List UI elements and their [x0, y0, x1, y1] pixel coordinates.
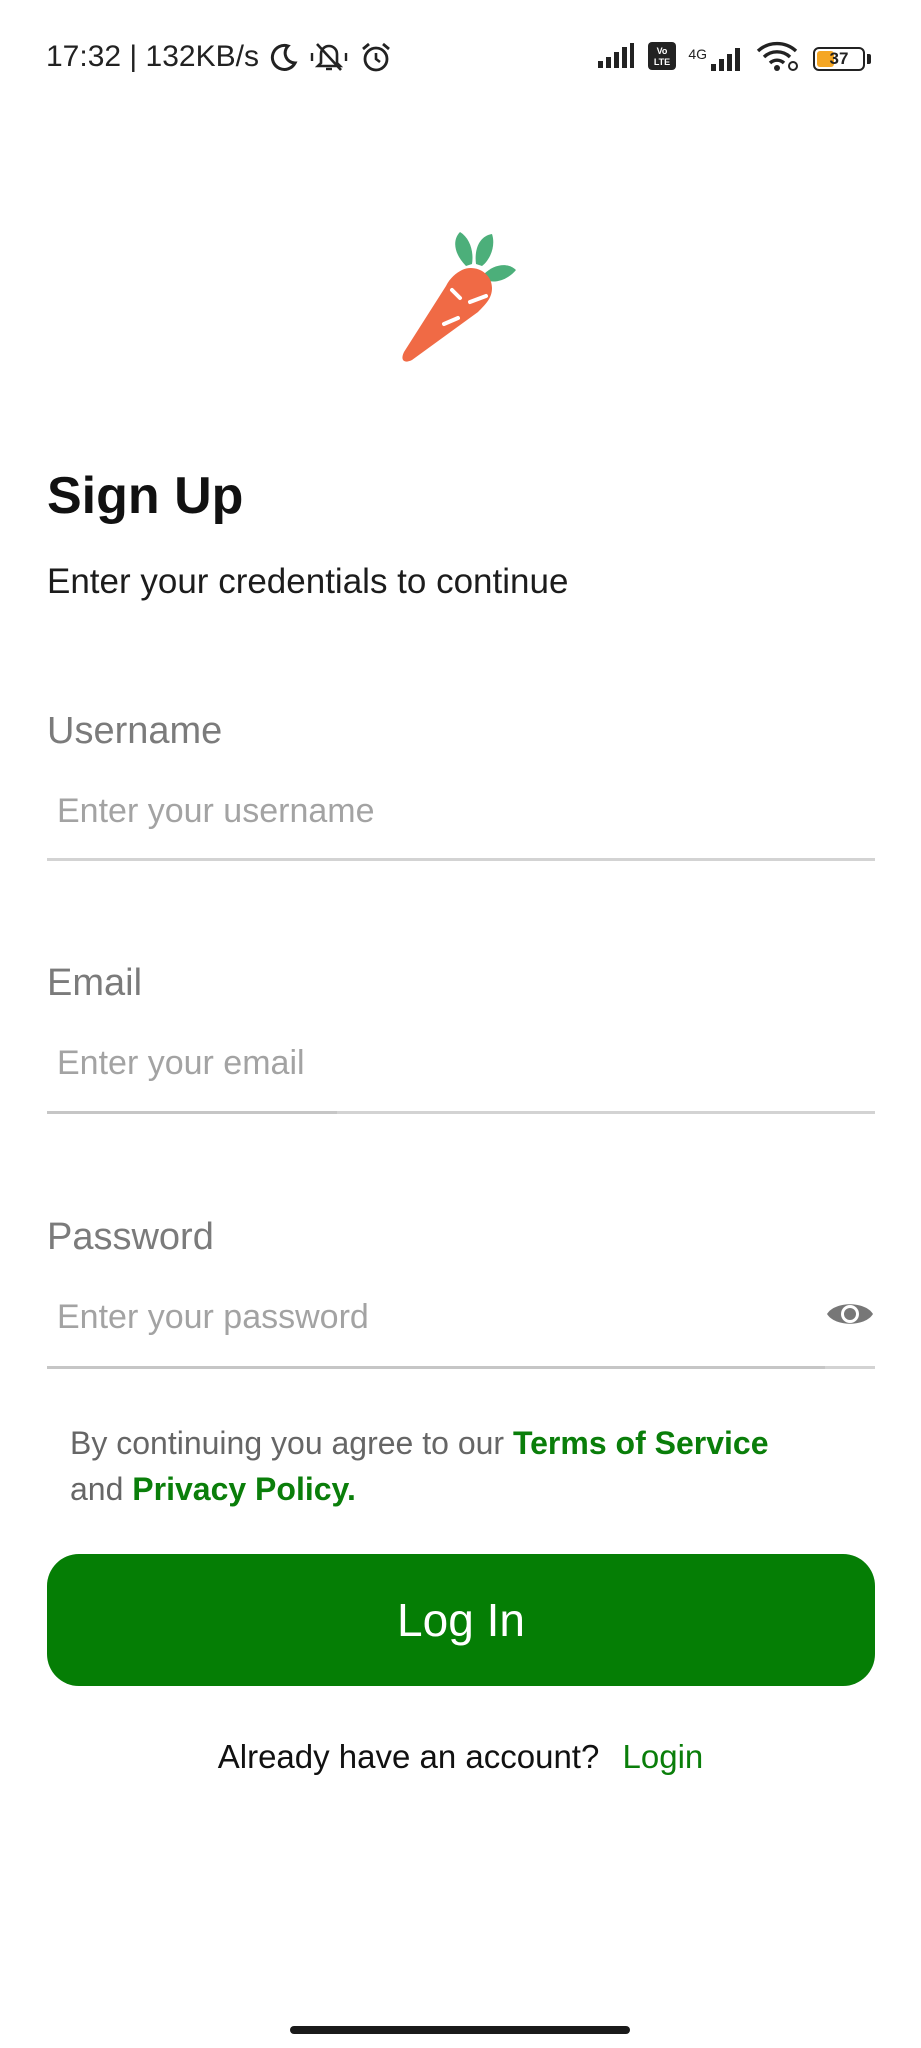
login-link[interactable]: Login [623, 1738, 704, 1775]
username-label: Username [47, 710, 223, 752]
volte-icon: Vo LTE [648, 42, 677, 75]
home-indicator[interactable] [290, 2026, 630, 2034]
alarm-icon [359, 41, 393, 73]
username-underline [47, 858, 875, 861]
status-time-speed: 17:32 | 132KB/s [46, 40, 259, 73]
status-bar: 17:32 | 132KB/s Vo LTE 4G 37 [0, 0, 921, 110]
terms-prefix: By continuing you agree to our [70, 1425, 513, 1461]
email-underline-active [47, 1111, 337, 1114]
signal-4g-icon: 4G [688, 46, 743, 72]
password-underline-active [47, 1366, 825, 1369]
carrot-icon [396, 226, 526, 366]
page-subtitle: Enter your credentials to continue [47, 562, 569, 601]
terms-of-service-link[interactable]: Terms of Service [513, 1425, 769, 1461]
status-right: Vo LTE 4G 37 [596, 40, 871, 77]
privacy-policy-link[interactable]: Privacy Policy. [132, 1471, 356, 1507]
eye-icon [825, 1297, 875, 1336]
password-label: Password [47, 1216, 214, 1258]
wifi-icon [755, 40, 801, 77]
svg-text:Vo: Vo [657, 46, 668, 56]
username-input[interactable] [47, 776, 875, 846]
svg-text:LTE: LTE [654, 57, 670, 67]
battery-level: 37 [829, 48, 849, 68]
moon-icon [269, 42, 299, 72]
status-left: 17:32 | 132KB/s [46, 40, 393, 74]
mute-vibrate-icon [309, 41, 349, 73]
login-button[interactable]: Log In [47, 1554, 875, 1686]
terms-text: By continuing you agree to our Terms of … [70, 1420, 850, 1512]
already-have-account-text: Already have an account? [217, 1738, 600, 1775]
email-label: Email [47, 962, 143, 1004]
signal-icon [596, 43, 636, 74]
already-have-account-row: Already have an account? Login [0, 1738, 921, 1776]
email-input[interactable] [47, 1028, 875, 1098]
page-title: Sign Up [47, 467, 244, 525]
network-type-label: 4G [688, 45, 707, 62]
terms-middle: and [70, 1471, 133, 1507]
battery-icon: 37 [813, 46, 865, 71]
password-input[interactable] [47, 1282, 807, 1352]
toggle-password-visibility-button[interactable] [824, 1296, 876, 1336]
battery-indicator: 37 [813, 46, 871, 71]
